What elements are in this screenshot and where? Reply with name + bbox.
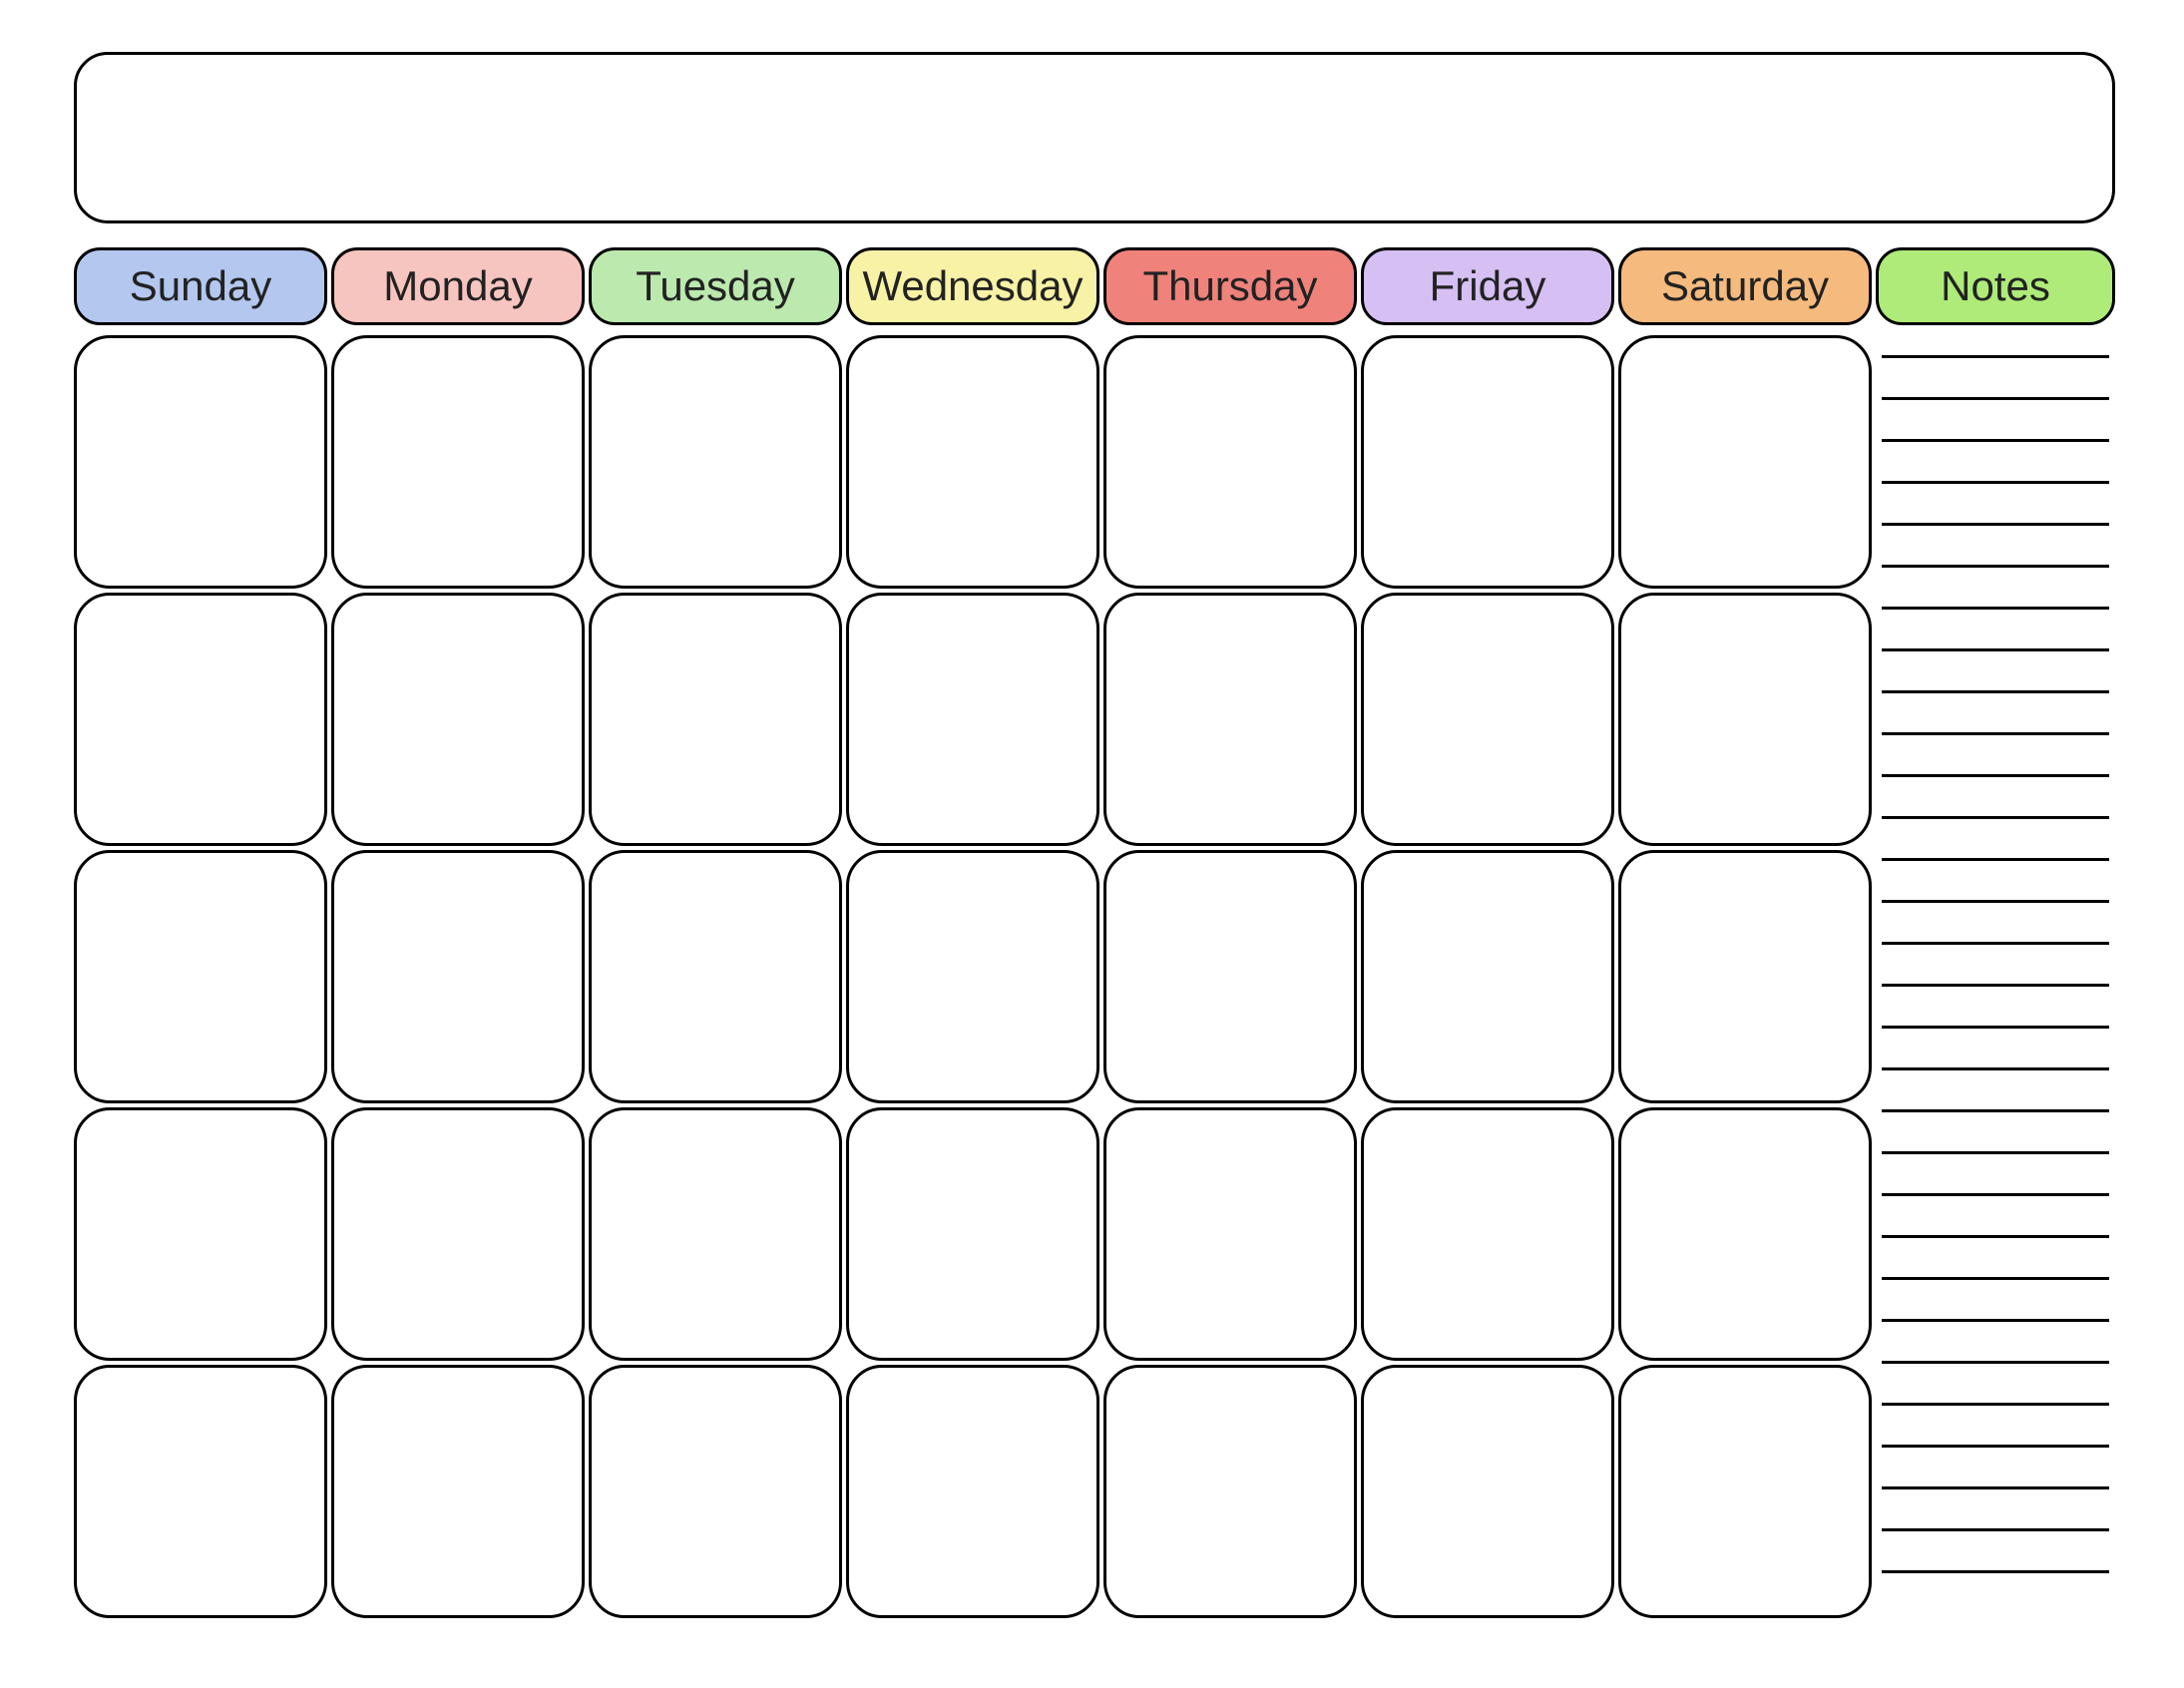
header-sunday: Sunday [74,247,327,325]
day-cell[interactable] [846,1107,1099,1361]
note-line [1882,1570,2109,1573]
header-notes: Notes [1876,247,2115,325]
day-cell[interactable] [589,335,842,589]
day-cell[interactable] [1618,593,1872,846]
day-cell[interactable] [1103,850,1357,1103]
header-thursday: Thursday [1103,247,1357,325]
day-cell[interactable] [1618,1107,1872,1361]
day-cell[interactable] [331,1365,585,1618]
day-cell[interactable] [331,335,585,589]
day-cell[interactable] [846,335,1099,589]
header-tuesday: Tuesday [589,247,842,325]
day-cell[interactable] [589,850,842,1103]
day-cell[interactable] [1618,850,1872,1103]
header-friday: Friday [1361,247,1614,325]
note-line [1882,984,2109,987]
day-cell[interactable] [74,593,327,846]
note-line [1882,1445,2109,1448]
day-cell[interactable] [1103,593,1357,846]
day-cell[interactable] [331,593,585,846]
day-cell[interactable] [1361,335,1614,589]
day-cell[interactable] [846,1365,1099,1618]
day-cell[interactable] [1103,1107,1357,1361]
note-line [1882,355,2109,358]
day-cell[interactable] [1618,335,1872,589]
notes-lines[interactable] [1876,343,2113,1573]
note-line [1882,1151,2109,1154]
day-cell[interactable] [846,850,1099,1103]
note-line [1882,1109,2109,1112]
note-line [1882,1277,2109,1280]
day-cell[interactable] [1103,335,1357,589]
note-line [1882,900,2109,903]
day-cell[interactable] [589,1365,842,1618]
day-cell[interactable] [1361,1107,1614,1361]
note-line [1882,481,2109,484]
note-line [1882,1193,2109,1196]
weekday-header-row: Sunday Monday Tuesday Wednesday Thursday… [74,247,2115,325]
day-cell[interactable] [1361,850,1614,1103]
note-line [1882,1319,2109,1322]
header-saturday: Saturday [1618,247,1872,325]
note-line [1882,607,2109,610]
note-line [1882,690,2109,693]
day-cell[interactable] [1618,1365,1872,1618]
day-cell[interactable] [331,850,585,1103]
note-line [1882,523,2109,526]
note-line [1882,1361,2109,1364]
day-cell[interactable] [74,1365,327,1618]
header-wednesday: Wednesday [846,247,1099,325]
day-cell[interactable] [1103,1365,1357,1618]
note-line [1882,732,2109,735]
day-cell[interactable] [589,593,842,846]
note-line [1882,816,2109,819]
note-line [1882,648,2109,651]
day-cell[interactable] [74,1107,327,1361]
note-line [1882,1067,2109,1070]
header-monday: Monday [331,247,585,325]
note-line [1882,858,2109,861]
calendar-page: Sunday Monday Tuesday Wednesday Thursday… [0,0,2184,1688]
note-line [1882,1528,2109,1531]
note-line [1882,1403,2109,1406]
note-line [1882,774,2109,777]
note-line [1882,1235,2109,1238]
note-line [1882,439,2109,442]
day-cell[interactable] [846,593,1099,846]
note-line [1882,1486,2109,1489]
note-line [1882,565,2109,568]
note-line [1882,1026,2109,1029]
day-cell[interactable] [74,335,327,589]
day-cell[interactable] [331,1107,585,1361]
calendar-grid [74,335,1872,1618]
note-line [1882,942,2109,945]
month-title-box[interactable] [74,52,2115,223]
day-cell[interactable] [1361,1365,1614,1618]
day-cell[interactable] [74,850,327,1103]
day-cell[interactable] [1361,593,1614,846]
note-line [1882,397,2109,400]
day-cell[interactable] [589,1107,842,1361]
